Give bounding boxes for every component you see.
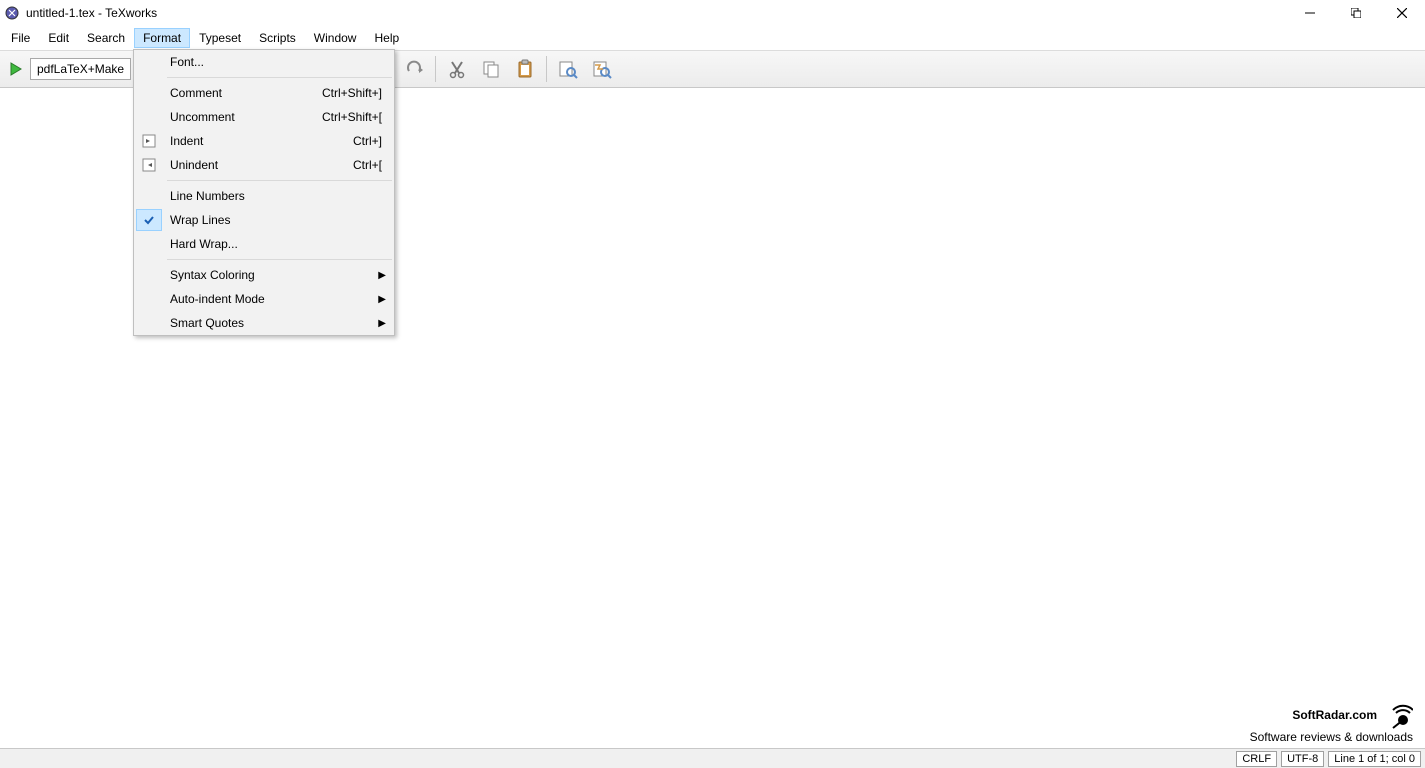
menu-item-label: Syntax Coloring (170, 268, 382, 282)
menu-item-shortcut: Ctrl+Shift+] (322, 86, 382, 100)
app-icon (4, 5, 20, 21)
menu-item-label: Font... (170, 55, 382, 69)
check-icon (136, 209, 162, 231)
menu-item-syntax-coloring[interactable]: Syntax Coloring ▶ (134, 263, 394, 287)
copy-button[interactable] (476, 54, 506, 84)
menu-item-wrap-lines[interactable]: Wrap Lines (134, 208, 394, 232)
menu-separator (167, 259, 392, 260)
minimize-button[interactable] (1287, 0, 1333, 26)
menu-scripts[interactable]: Scripts (250, 28, 305, 48)
status-position: Line 1 of 1; col 0 (1328, 751, 1421, 767)
watermark-title: SoftRadar.com (1250, 700, 1413, 730)
menu-window[interactable]: Window (305, 28, 366, 48)
menu-format[interactable]: Format (134, 28, 190, 48)
submenu-arrow-icon: ▶ (378, 270, 386, 281)
indent-icon (141, 133, 157, 149)
menu-item-label: Unindent (170, 158, 353, 172)
status-encoding[interactable]: UTF-8 (1281, 751, 1324, 767)
menu-item-label: Line Numbers (170, 189, 382, 203)
paste-button[interactable] (510, 54, 540, 84)
menu-item-label: Hard Wrap... (170, 237, 382, 251)
menu-search[interactable]: Search (78, 28, 134, 48)
engine-combo[interactable]: pdfLaTeX+Make (30, 58, 131, 80)
menu-item-auto-indent[interactable]: Auto-indent Mode ▶ (134, 287, 394, 311)
menu-item-hard-wrap[interactable]: Hard Wrap... (134, 232, 394, 256)
menu-item-unindent[interactable]: Unindent Ctrl+[ (134, 153, 394, 177)
menu-help[interactable]: Help (365, 28, 408, 48)
menu-item-label: Smart Quotes (170, 316, 382, 330)
cut-button[interactable] (442, 54, 472, 84)
menu-item-font[interactable]: Font... (134, 50, 394, 74)
menu-typeset[interactable]: Typeset (190, 28, 250, 48)
submenu-arrow-icon: ▶ (378, 294, 386, 305)
titlebar: untitled-1.tex - TeXworks (0, 0, 1425, 26)
menu-file[interactable]: File (2, 28, 39, 48)
status-eol[interactable]: CRLF (1236, 751, 1277, 767)
watermark-subtitle: Software reviews & downloads (1250, 730, 1413, 744)
menu-item-indent[interactable]: Indent Ctrl+] (134, 129, 394, 153)
menu-item-uncomment[interactable]: Uncomment Ctrl+Shift+[ (134, 105, 394, 129)
menu-item-shortcut: Ctrl+] (353, 134, 382, 148)
submenu-arrow-icon: ▶ (378, 318, 386, 329)
satellite-icon (1383, 700, 1413, 730)
close-button[interactable] (1379, 0, 1425, 26)
toolbar-separator (435, 56, 436, 82)
menu-separator (167, 77, 392, 78)
menu-item-smart-quotes[interactable]: Smart Quotes ▶ (134, 311, 394, 335)
menu-item-comment[interactable]: Comment Ctrl+Shift+] (134, 81, 394, 105)
menu-item-line-numbers[interactable]: Line Numbers (134, 184, 394, 208)
window-controls (1287, 0, 1425, 26)
menu-item-label: Wrap Lines (170, 213, 382, 227)
menu-item-label: Comment (170, 86, 322, 100)
window-title: untitled-1.tex - TeXworks (26, 6, 157, 20)
menu-separator (167, 180, 392, 181)
engine-combo-value: pdfLaTeX+Make (37, 62, 124, 76)
find-button[interactable] (553, 54, 583, 84)
menu-item-shortcut: Ctrl+[ (353, 158, 382, 172)
menu-item-label: Indent (170, 134, 353, 148)
watermark: SoftRadar.com Software reviews & downloa… (1250, 700, 1413, 744)
menu-edit[interactable]: Edit (39, 28, 78, 48)
menu-item-label: Uncomment (170, 110, 322, 124)
menubar: File Edit Search Format Typeset Scripts … (0, 26, 1425, 50)
toolbar-separator (546, 56, 547, 82)
replace-button[interactable] (587, 54, 617, 84)
unindent-icon (141, 157, 157, 173)
format-dropdown: Font... Comment Ctrl+Shift+] Uncomment C… (133, 49, 395, 336)
redo-button[interactable] (399, 54, 429, 84)
menu-item-label: Auto-indent Mode (170, 292, 382, 306)
maximize-button[interactable] (1333, 0, 1379, 26)
typeset-run-button[interactable] (6, 59, 26, 79)
menu-item-shortcut: Ctrl+Shift+[ (322, 110, 382, 124)
statusbar: CRLF UTF-8 Line 1 of 1; col 0 (0, 748, 1425, 768)
